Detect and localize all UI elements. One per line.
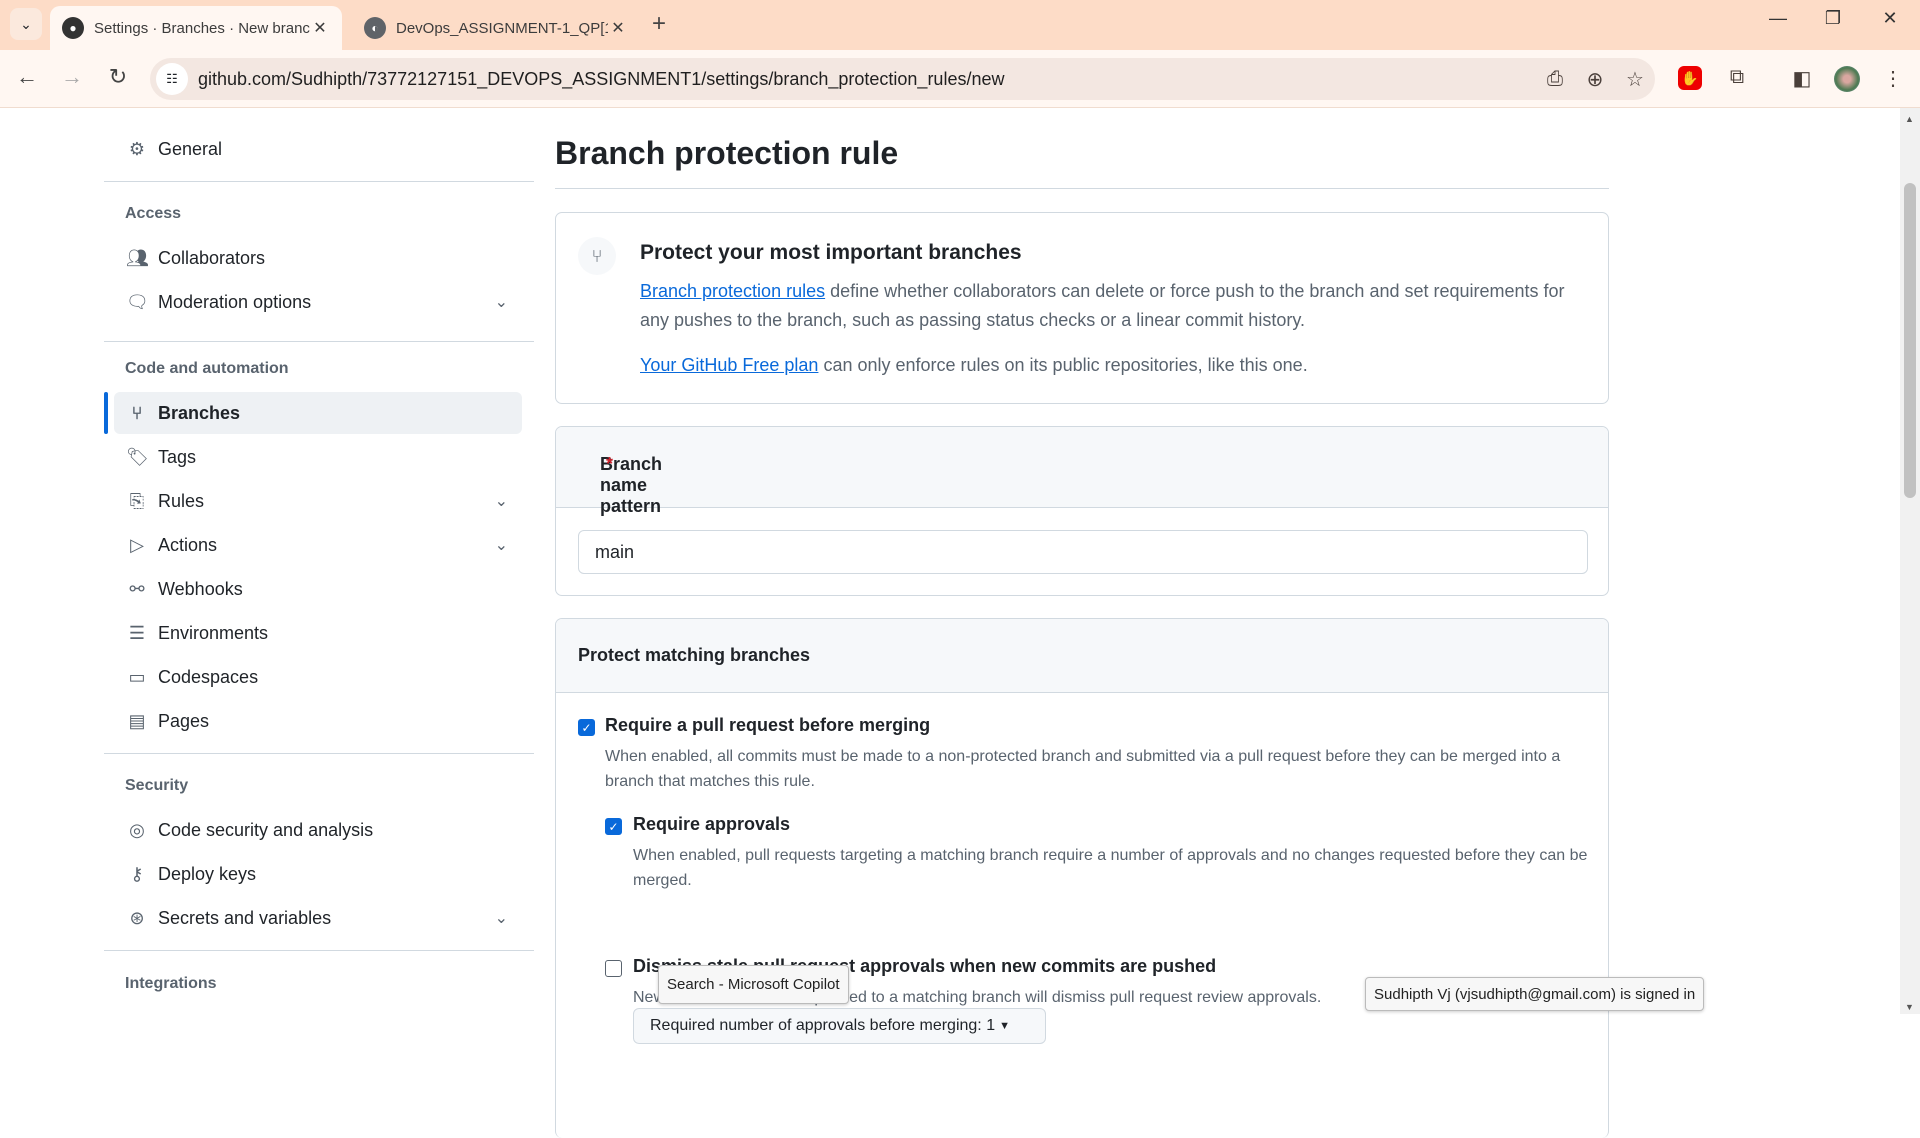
tab-search-button[interactable]: ⌄: [10, 8, 42, 40]
git-branch-icon: ⑂: [131, 402, 143, 423]
webhook-icon: ⚯: [129, 578, 145, 599]
scroll-down-icon[interactable]: ▼: [1905, 1002, 1914, 1012]
divider: [104, 181, 534, 182]
scroll-up-icon[interactable]: ▲: [1905, 114, 1914, 124]
sidebar-item-collaborators[interactable]: 👥︎ Collaborators: [114, 237, 522, 279]
divider: [555, 188, 1609, 189]
tag-icon: 🏷︎: [126, 446, 149, 467]
dismiss-stale-checkbox[interactable]: [605, 960, 622, 977]
restore-button[interactable]: ❐: [1813, 8, 1853, 29]
close-window-button[interactable]: ✕: [1870, 8, 1910, 29]
chevron-down-icon: ⌄: [494, 493, 508, 510]
adblock-icon[interactable]: ✋: [1678, 66, 1702, 90]
sidebar-item-environments[interactable]: ☰ Environments: [114, 612, 522, 654]
close-tab-icon[interactable]: ✕: [608, 18, 628, 38]
chevron-down-icon: ⌄: [494, 294, 508, 311]
browser-toolbar: ← → ↻ ☷ github.com/Sudhipth/73772127151_…: [0, 50, 1920, 108]
tab-settings-branches[interactable]: ● Settings · Branches · New branch prote…: [50, 6, 342, 50]
require-approvals-label: Require approvals: [633, 814, 791, 834]
browser-icon: ▤: [128, 710, 146, 731]
require-approvals-desc: When enabled, pull requests targeting a …: [633, 847, 1588, 889]
selected-indicator: [104, 392, 108, 434]
scrollbar-thumb[interactable]: [1904, 183, 1916, 498]
require-approvals-checkbox[interactable]: ✓: [605, 818, 622, 835]
menu-kebab-icon[interactable]: ⋮: [1878, 66, 1908, 91]
copilot-tooltip: Search - Microsoft Copilot: [658, 965, 849, 1004]
github-free-plan-link[interactable]: Your GitHub Free plan: [640, 355, 818, 375]
asterisk-icon: ⊛: [129, 907, 145, 928]
sidebar-item-actions[interactable]: ▷ Actions ⌄: [114, 524, 522, 566]
branch-protection-rules-link[interactable]: Branch protection rules: [640, 281, 825, 301]
branch-name-pattern-input[interactable]: [578, 530, 1588, 574]
codespaces-icon: ▭: [128, 666, 146, 687]
tab-strip: ⌄ ● Settings · Branches · New branch pro…: [0, 0, 1920, 50]
sidebar-item-deploy-keys[interactable]: ⚷ Deploy keys: [114, 853, 522, 895]
side-panel-icon[interactable]: ◧: [1787, 66, 1817, 91]
install-app-icon[interactable]: ⎙: [1535, 68, 1575, 91]
signed-in-tooltip: Sudhipth Vj (vjsudhipth@gmail.com) is si…: [1365, 977, 1705, 1011]
require-pr-label: Require a pull request before merging: [605, 715, 931, 735]
sidebar-item-moderation[interactable]: 🗨︎ Moderation options ⌄: [114, 281, 522, 323]
tab-devops-assignment[interactable]: ◐ DevOps_ASSIGNMENT-1_QP[1] ✕: [356, 6, 636, 50]
page-title: Branch protection rule: [555, 135, 899, 171]
divider: [104, 753, 534, 754]
sidebar-item-branches[interactable]: ⑂ Branches: [114, 392, 522, 434]
chevron-down-icon: ⌄: [494, 910, 508, 927]
section-heading-access: Access: [125, 205, 182, 222]
plan-text: Your GitHub Free plan can only enforce r…: [640, 355, 1308, 375]
sidebar-item-secrets[interactable]: ⊛ Secrets and variables ⌄: [114, 897, 522, 939]
codescan-icon: ◎: [129, 819, 145, 840]
caret-down-icon: ▼: [999, 1020, 1010, 1032]
sidebar-item-general[interactable]: ⚙ General: [114, 128, 522, 170]
section-heading-integrations: Integrations: [125, 975, 217, 992]
forward-button[interactable]: →: [57, 64, 87, 90]
git-branch-icon: ⑂: [578, 237, 616, 275]
people-icon: 👥︎: [126, 247, 149, 268]
required-marker: *: [606, 454, 614, 474]
extensions-icon[interactable]: ⧉: [1722, 66, 1752, 89]
globe-icon: ◐: [364, 17, 386, 39]
sidebar-item-pages[interactable]: ▤ Pages: [114, 700, 522, 742]
rules-icon: ⎘: [129, 490, 145, 511]
sidebar-item-code-security[interactable]: ◎ Code security and analysis: [114, 809, 522, 851]
comment-icon: 🗨︎: [126, 291, 149, 312]
branch-pattern-box: Branch name pattern *: [555, 426, 1609, 596]
minimize-button[interactable]: —: [1758, 8, 1798, 29]
page-scrollbar[interactable]: ▲ ▼: [1900, 108, 1920, 1014]
back-button[interactable]: ←: [12, 64, 42, 90]
require-pr-checkbox[interactable]: ✓: [578, 719, 595, 736]
chevron-down-icon: ⌄: [494, 537, 508, 554]
sidebar-item-codespaces[interactable]: ▭ Codespaces: [114, 656, 522, 698]
intro-text: Branch protection rules define whether c…: [640, 281, 1565, 330]
server-icon: ☰: [128, 622, 146, 643]
profile-avatar[interactable]: [1834, 66, 1860, 92]
zoom-icon[interactable]: ⊕: [1575, 67, 1615, 92]
key-icon: ⚷: [130, 863, 144, 884]
protect-branches-label: Protect matching branches: [578, 645, 811, 665]
bookmark-star-icon[interactable]: ☆: [1615, 67, 1655, 92]
new-tab-button[interactable]: +: [652, 10, 666, 38]
protect-branches-box: Protect matching branches ✓ Require a pu…: [555, 618, 1609, 1138]
sidebar-item-tags[interactable]: 🏷︎ Tags: [114, 436, 522, 478]
section-heading-code: Code and automation: [125, 360, 289, 377]
github-icon: ●: [62, 17, 84, 39]
gear-icon: ⚙: [128, 138, 146, 159]
close-tab-icon[interactable]: ✕: [310, 18, 330, 38]
intro-box: ⑂ Protect your most important branches B…: [555, 212, 1609, 404]
address-bar[interactable]: ☷ github.com/Sudhipth/73772127151_DEVOPS…: [150, 58, 1655, 100]
play-icon: ▷: [130, 534, 144, 555]
site-info-icon[interactable]: ☷: [156, 63, 188, 95]
divider: [104, 341, 534, 342]
divider: [104, 950, 534, 951]
sidebar-item-rules[interactable]: ⎘ Rules ⌄: [114, 480, 522, 522]
require-pr-desc: When enabled, all commits must be made t…: [605, 748, 1561, 790]
intro-heading: Protect your most important branches: [640, 241, 1022, 264]
section-heading-security: Security: [125, 777, 189, 794]
reload-button[interactable]: ↻: [103, 64, 133, 90]
approvals-count-select[interactable]: Required number of approvals before merg…: [633, 1008, 1046, 1044]
sidebar-item-webhooks[interactable]: ⚯ Webhooks: [114, 568, 522, 610]
